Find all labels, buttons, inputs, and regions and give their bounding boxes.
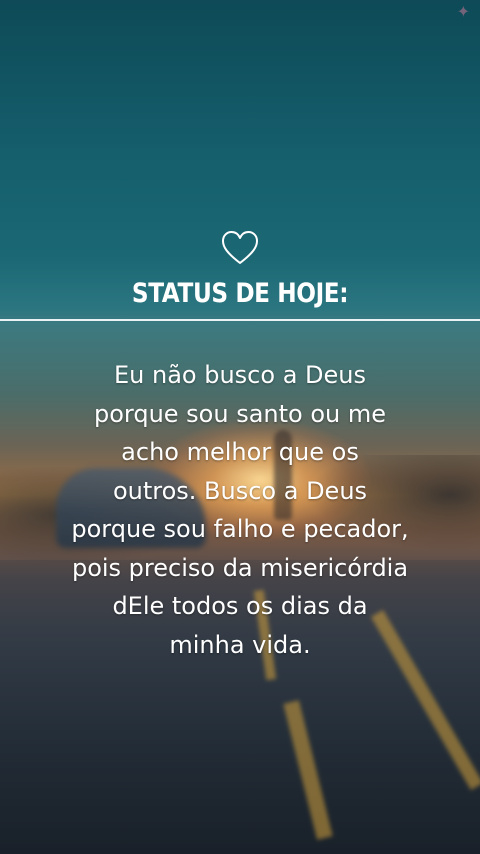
quote-line: porque sou santo ou me	[93, 399, 387, 428]
sparkle-icon: ✦	[456, 2, 470, 21]
quote-line: outros. Busco a Deus	[112, 476, 368, 505]
status-image: ✦ STATUS DE HOJE: Eu não busco a Deus po…	[0, 0, 480, 854]
quote-text: Eu não busco a Deus porque sou santo ou …	[30, 356, 450, 664]
quote-line: Eu não busco a Deus	[114, 361, 366, 389]
quote-line: porque sou falho e pecador,	[71, 515, 409, 543]
page-title: STATUS DE HOJE:	[131, 278, 349, 309]
divider	[0, 319, 480, 321]
quote-line: acho melhor que os	[121, 438, 359, 466]
heart-outline-icon	[222, 231, 258, 264]
quote-line: pois preciso da misericórdia	[71, 553, 409, 582]
quote-line: minha vida.	[169, 630, 311, 659]
quote-line: dEle todos os dias da	[112, 592, 368, 620]
